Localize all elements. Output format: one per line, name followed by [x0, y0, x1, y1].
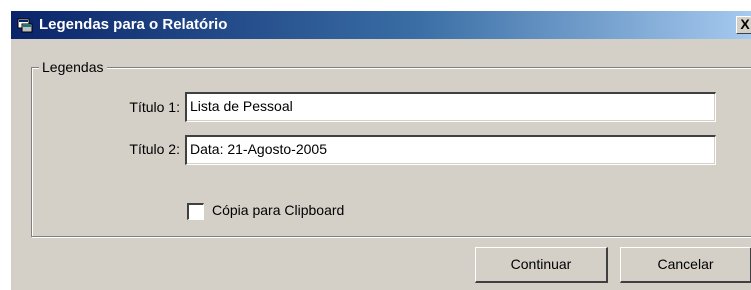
titulo1-input[interactable]: Lista de Pessoal [185, 92, 716, 122]
cancel-button[interactable]: Cancelar [620, 247, 751, 283]
dialog-window: Legendas para o Relatório X Legendas Tít… [10, 10, 751, 290]
app-icon [17, 18, 33, 33]
title-bar[interactable]: Legendas para o Relatório X [11, 11, 751, 39]
continue-button[interactable]: Continuar [475, 247, 608, 283]
window-title: Legendas para o Relatório [39, 16, 228, 33]
close-icon[interactable]: X [736, 16, 751, 34]
titulo1-label: Título 1: [129, 99, 180, 115]
group-legend: Legendas [39, 59, 107, 75]
titulo2-input[interactable]: Data: 21-Agosto-2005 [185, 135, 716, 165]
titulo2-label: Título 2: [129, 141, 180, 157]
clipboard-checkbox[interactable] [187, 203, 204, 220]
clipboard-checkbox-label[interactable]: Cópia para Clipboard [212, 202, 344, 218]
